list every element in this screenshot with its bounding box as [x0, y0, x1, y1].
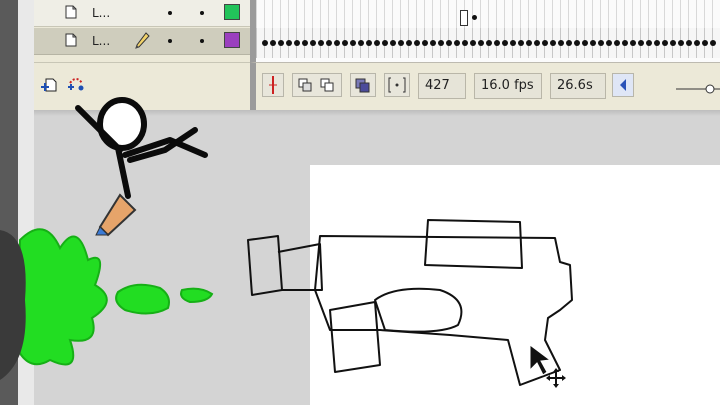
- move-cursor-icon: [529, 344, 566, 388]
- eyedropper-tool: [95, 193, 137, 237]
- green-splash: [16, 228, 214, 366]
- gun-drawing: [247, 219, 573, 386]
- drawing-layer: [0, 97, 573, 388]
- stick-figure: [75, 97, 208, 199]
